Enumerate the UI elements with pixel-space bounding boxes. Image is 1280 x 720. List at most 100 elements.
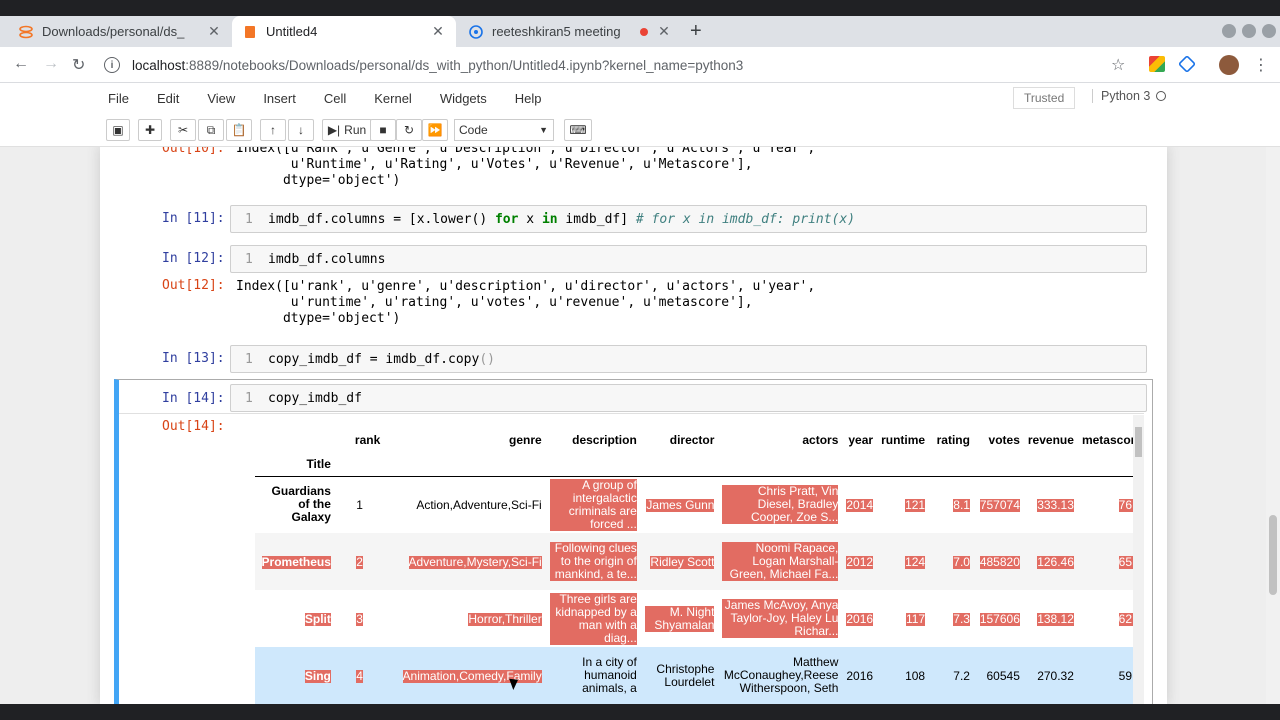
reload-icon[interactable]: ↻ [72,55,85,75]
table-row: Prometheus 2 Adventure,Mystery,Sci-Fi Fo… [255,533,1144,590]
in-prompt: In [14]: [162,391,225,406]
menu-view[interactable]: View [207,87,235,110]
index-header: Title [306,456,331,471]
scrollbar-thumb[interactable] [1135,427,1142,457]
menu-edit[interactable]: Edit [157,87,179,110]
cell-votes: 757074 [979,497,1020,512]
menu-cell[interactable]: Cell [324,87,346,110]
save-button[interactable]: ▣ [106,119,130,141]
close-icon[interactable]: ✕ [430,23,446,40]
out-prompt: Out[14]: [162,419,225,434]
row-title: Prometheus [261,554,331,569]
scrollbar-thumb[interactable] [1269,515,1277,595]
tab-label: Untitled4 [266,24,318,39]
cell-year: 2016 [846,611,874,626]
insert-cell-button[interactable]: ✚ [138,119,162,141]
new-tab-button[interactable]: + [690,20,702,43]
browser-tab-downloads[interactable]: Downloads/personal/ds_ ✕ [8,16,232,47]
close-window-button[interactable] [1262,24,1276,38]
table-index-header-row: Title [255,452,1144,476]
close-icon[interactable]: ✕ [656,23,672,40]
cell-runtime: 121 [905,497,926,512]
notebook-toolbar: ▣ ✚ ✂ ⧉ 📋 ↑ ↓ ▶| Run ■ ↻ ⏩ Code ▼ ⌨ [0,113,1280,147]
output-area[interactable]: Out[14]: rank genre description director… [119,413,1144,704]
cell-actors: James McAvoy, Anya Taylor-Joy, Haley Lu … [722,599,839,638]
cell-rating: 7.2 [953,668,970,683]
notebook-icon [242,25,258,39]
menu-insert[interactable]: Insert [263,87,296,110]
line-number: 1 [245,212,253,227]
restart-run-all-button[interactable]: ⏩ [422,119,448,141]
trusted-indicator[interactable]: Trusted [1013,87,1076,109]
title-strip [0,0,1280,16]
in-prompt: In [12]: [162,251,225,266]
browser-tab-bar: Downloads/personal/ds_ ✕ Untitled4 ✕ ree… [0,0,1280,47]
cut-button[interactable]: ✂ [170,119,196,141]
extension-icon[interactable] [1177,54,1197,74]
cell-type-select[interactable]: Code ▼ [454,119,554,141]
url-path: :8889/notebooks/Downloads/personal/ds_wi… [185,57,744,73]
cell-actors: Noomi Rapace, Logan Marshall-Green, Mich… [722,542,839,581]
extension-icon[interactable] [1149,56,1165,72]
plus-icon: ✚ [144,123,156,137]
restart-button[interactable]: ↻ [396,119,422,141]
code-cell-editor[interactable]: 1 imdb_df.columns = [x.lower() for x in … [230,205,1147,233]
cell-output-text: Index([u'Rank', u'Genre', u'Description'… [236,147,816,188]
cell-votes: 157606 [979,611,1020,626]
cell-genre: Action,Adventure,Sci-Fi [416,497,542,512]
column-header: director [669,433,715,447]
code-line: copy_imdb_df = imdb_df.copy() [268,352,495,367]
stop-icon: ■ [379,123,387,137]
browser-tab-untitled4[interactable]: Untitled4 ✕ [232,16,456,47]
move-down-button[interactable]: ↓ [288,119,314,141]
scissors-icon: ✂ [177,123,189,137]
menu-kernel[interactable]: Kernel [374,87,412,110]
menu-dots-icon[interactable]: ⋮ [1253,55,1269,75]
output-scrollbar[interactable] [1133,415,1144,704]
cell-revenue: 270.32 [1037,668,1074,683]
menu-file[interactable]: File [108,87,129,110]
run-button[interactable]: ▶| Run [322,119,372,141]
move-up-button[interactable]: ↑ [260,119,286,141]
url-field[interactable]: i localhost:8889/notebooks/Downloads/per… [104,53,1144,77]
paste-button[interactable]: 📋 [226,119,252,141]
cell-director: M. Night Shyamalan [644,605,715,632]
page-scrollbar[interactable] [1266,147,1280,704]
notebook-page: Out[10]: Index([u'Rank', u'Genre', u'Des… [100,147,1167,704]
cell-genre: Adventure,Mystery,Sci-Fi [408,554,542,569]
arrow-down-icon: ↓ [298,123,304,137]
cell-votes: 485820 [979,554,1020,569]
close-icon[interactable]: ✕ [206,23,222,40]
forward-arrow-icon[interactable]: → [43,55,59,73]
code-cell-editor[interactable]: 1 imdb_df.columns [230,245,1147,273]
menu-help[interactable]: Help [515,87,542,110]
avatar[interactable] [1219,55,1239,75]
copy-icon: ⧉ [206,122,216,137]
tab-label: reeteshkiran5 meeting [492,24,621,39]
kernel-indicator: Python 3 [1092,89,1167,103]
cell-year: 2014 [846,497,874,512]
cell-revenue: 333.13 [1037,497,1074,512]
copy-button[interactable]: ⧉ [198,119,224,141]
info-icon[interactable]: i [104,57,120,73]
recording-icon [640,27,648,36]
back-arrow-icon[interactable]: ← [13,55,29,73]
interrupt-button[interactable]: ■ [370,119,396,141]
code-token: copy_imdb_df = imdb_df.copy [268,352,480,367]
star-icon[interactable]: ☆ [1111,55,1125,75]
row-title: Sing [304,668,331,683]
column-header: year [848,433,874,447]
notebook-scroll-area[interactable]: Out[10]: Index([u'Rank', u'Genre', u'Des… [0,147,1266,704]
keyboard-icon: ⌨ [569,123,587,137]
code-token: x [518,212,542,227]
menu-widgets[interactable]: Widgets [440,87,487,110]
cell-director: Ridley Scott [650,554,715,569]
code-cell-editor[interactable]: 1 copy_imdb_df = imdb_df.copy() [230,345,1147,373]
browser-tab-meeting[interactable]: reeteshkiran5 meeting ✕ [458,16,682,47]
cell-rating: 7.3 [953,611,970,626]
code-cell-editor[interactable]: 1 copy_imdb_df [230,384,1147,412]
save-icon: ▣ [112,123,124,137]
minimize-button[interactable] [1222,24,1236,38]
maximize-button[interactable] [1242,24,1256,38]
command-palette-button[interactable]: ⌨ [564,119,592,141]
